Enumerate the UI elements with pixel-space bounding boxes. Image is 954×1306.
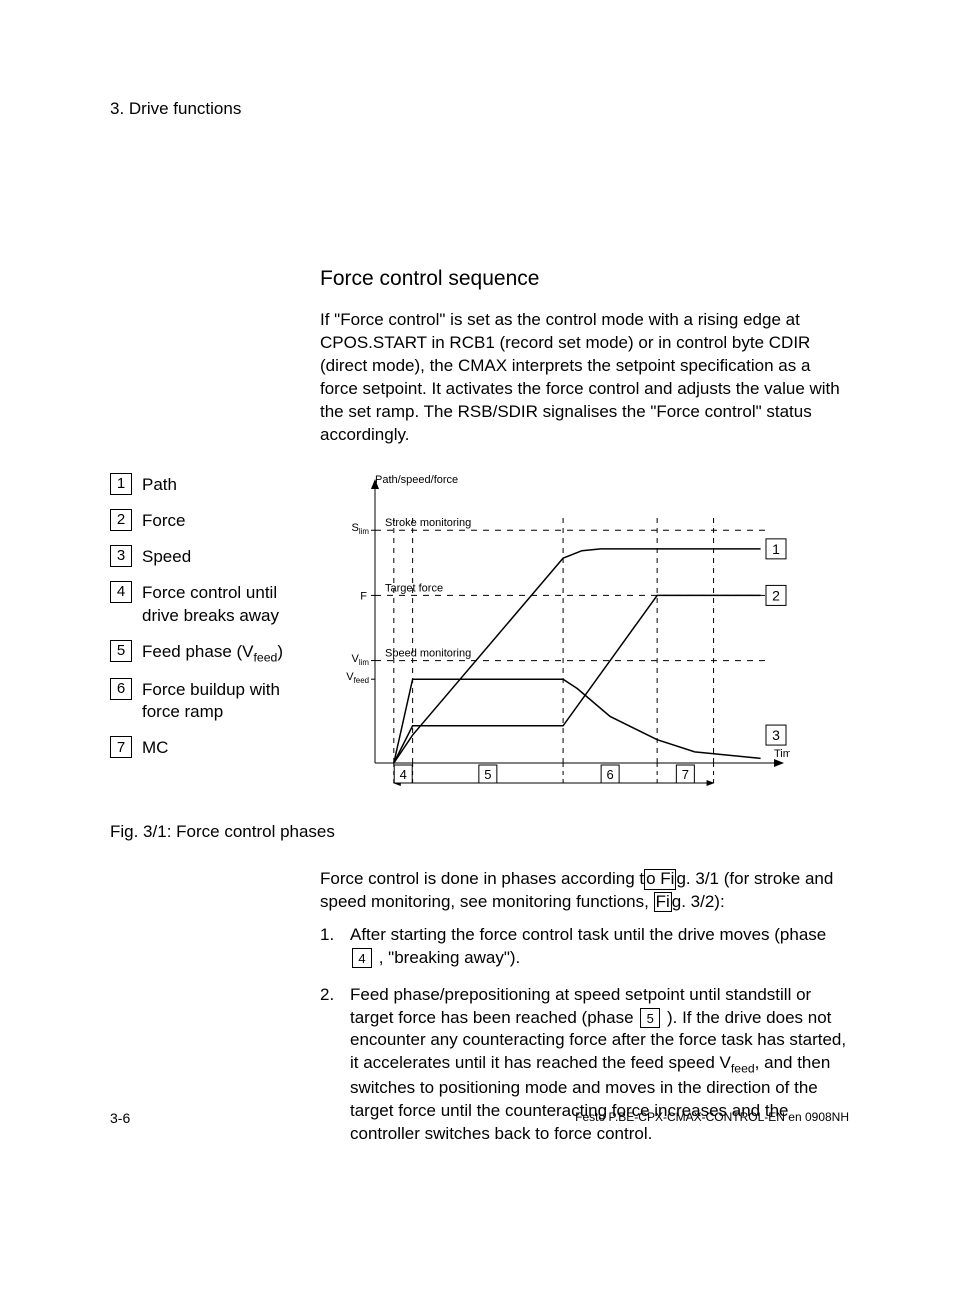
legend-text: Force control until drive breaks away xyxy=(142,581,320,628)
legend-item: 1 Path xyxy=(110,473,320,497)
section-heading: Force control sequence xyxy=(320,265,849,293)
svg-text:Time: Time xyxy=(774,748,790,760)
legend-text: Force xyxy=(142,509,195,533)
legend-number-box: 1 xyxy=(110,473,132,495)
svg-text:7: 7 xyxy=(682,767,689,782)
figure-reference-link[interactable]: o Fi xyxy=(644,869,676,890)
page-footer: 3-6 Festo P.BE-CPX-CMAX-CONTROL-EN en 09… xyxy=(110,1109,849,1128)
svg-text:5: 5 xyxy=(484,767,491,782)
legend-item: 2 Force xyxy=(110,509,320,533)
chapter-heading: 3. Drive functions xyxy=(110,98,849,121)
force-control-chart: Path/speed/forceTimeSlimFVlimVfeedStroke… xyxy=(320,473,849,803)
intro-paragraph: If "Force control" is set as the control… xyxy=(320,309,849,447)
phase-number-box: 5 xyxy=(640,1008,660,1028)
phase-intro-paragraph: Force control is done in phases accordin… xyxy=(320,868,849,914)
legend-number-box: 5 xyxy=(110,640,132,662)
svg-text:4: 4 xyxy=(400,767,407,782)
svg-text:Speed monitoring: Speed monitoring xyxy=(385,647,471,659)
text: g. 3/2): xyxy=(672,892,725,911)
footer-docid: Festo P.BE-CPX-CMAX-CONTROL-EN en 0908NH xyxy=(575,1109,849,1128)
legend-number-box: 7 xyxy=(110,736,132,758)
svg-text:3: 3 xyxy=(772,727,780,743)
legend-text: Path xyxy=(142,473,187,497)
figure-reference-link[interactable]: Fi xyxy=(654,892,672,913)
legend-text: MC xyxy=(142,736,178,760)
legend-text: Speed xyxy=(142,545,201,569)
svg-text:F: F xyxy=(360,590,367,602)
legend-item: 3 Speed xyxy=(110,545,320,569)
text: Force control is done in phases accordin… xyxy=(320,869,644,888)
legend-item: 6 Force buildup with force ramp xyxy=(110,678,320,725)
page-number: 3-6 xyxy=(110,1109,130,1128)
legend-text: Force buildup with force ramp xyxy=(142,678,320,725)
svg-text:6: 6 xyxy=(607,767,614,782)
legend-number-box: 2 xyxy=(110,509,132,531)
legend-number-box: 6 xyxy=(110,678,132,700)
legend-text: Feed phase (Vfeed) xyxy=(142,640,293,666)
svg-text:2: 2 xyxy=(772,587,780,603)
legend-number-box: 4 xyxy=(110,581,132,603)
svg-text:1: 1 xyxy=(772,541,780,557)
legend-item: 4 Force control until drive breaks away xyxy=(110,581,320,628)
list-item: 1.After starting the force control task … xyxy=(320,924,849,970)
phase-number-box: 4 xyxy=(352,948,372,968)
svg-text:Stroke monitoring: Stroke monitoring xyxy=(385,517,471,529)
svg-text:Path/speed/force: Path/speed/force xyxy=(375,474,458,486)
list-number: 1. xyxy=(320,924,340,970)
figure-legend: 1 Path 2 Force 3 Speed 4 Force control until dr… xyxy=(110,473,320,803)
legend-item: 7 MC xyxy=(110,736,320,760)
list-text: After starting the force control task un… xyxy=(350,924,849,970)
figure-caption: Fig. 3/1: Force control phases xyxy=(110,821,849,844)
legend-item: 5 Feed phase (Vfeed) xyxy=(110,640,320,666)
legend-number-box: 3 xyxy=(110,545,132,567)
